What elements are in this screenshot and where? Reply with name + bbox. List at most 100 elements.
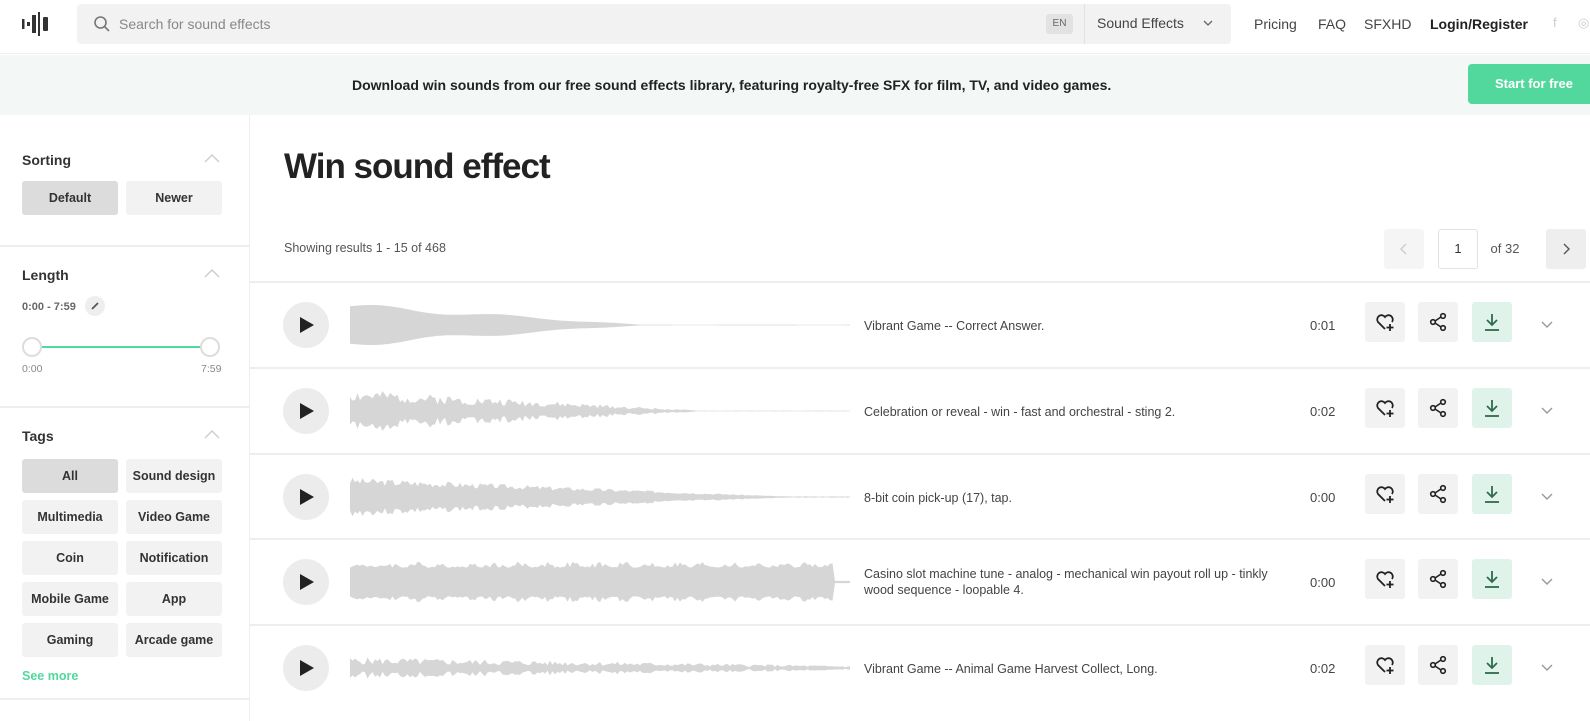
- nav-login-register[interactable]: Login/Register: [1430, 16, 1528, 32]
- tag-mobile-game[interactable]: Mobile Game: [22, 582, 118, 616]
- instagram-icon[interactable]: ◎: [1578, 15, 1589, 31]
- download-button[interactable]: [1472, 388, 1512, 428]
- length-slider-min-handle[interactable]: [22, 337, 42, 357]
- tag-all[interactable]: All: [22, 459, 118, 493]
- heart-plus-icon: [1376, 400, 1394, 417]
- download-button[interactable]: [1472, 474, 1512, 514]
- play-icon: [300, 317, 314, 333]
- sound-row: Vibrant Game -- Correct Answer. 0:01: [250, 281, 1590, 367]
- see-more-tags-link[interactable]: See more: [22, 669, 78, 683]
- sort-default-button[interactable]: Default: [22, 181, 118, 215]
- tag-arcade-game[interactable]: Arcade game: [126, 623, 222, 657]
- sound-row: Vibrant Game -- Animal Game Harvest Coll…: [250, 624, 1590, 710]
- nav-faq[interactable]: FAQ: [1318, 16, 1346, 32]
- heart-plus-icon: [1376, 657, 1394, 674]
- favorite-button[interactable]: [1365, 645, 1405, 685]
- length-title: Length: [22, 267, 69, 283]
- download-button[interactable]: [1472, 559, 1512, 599]
- length-slider-track[interactable]: [40, 346, 210, 348]
- start-for-free-button[interactable]: Start for free: [1468, 64, 1590, 104]
- play-button[interactable]: [283, 388, 329, 434]
- waveform[interactable]: [350, 386, 850, 436]
- tag-coin[interactable]: Coin: [22, 541, 118, 575]
- play-icon: [300, 489, 314, 505]
- play-button[interactable]: [283, 302, 329, 348]
- sound-title[interactable]: Casino slot machine tune - analog - mech…: [864, 566, 1284, 598]
- page-title: Win sound effect: [284, 147, 551, 186]
- results-count: Showing results 1 - 15 of 468: [284, 241, 446, 255]
- tag-gaming[interactable]: Gaming: [22, 623, 118, 657]
- nav-sfxhd[interactable]: SFXHD: [1364, 16, 1411, 32]
- search-icon: [94, 16, 110, 32]
- share-button[interactable]: [1418, 559, 1458, 599]
- length-range-label: 0:00 - 7:59: [22, 301, 76, 313]
- category-select[interactable]: Sound Effects: [1097, 15, 1184, 31]
- waveform-shape: [350, 477, 850, 517]
- tag-notification[interactable]: Notification: [126, 541, 222, 575]
- play-button[interactable]: [283, 645, 329, 691]
- share-button[interactable]: [1418, 302, 1458, 342]
- search-input[interactable]: Search for sound effects: [119, 16, 271, 32]
- favorite-button[interactable]: [1365, 302, 1405, 342]
- length-slider-max-handle[interactable]: [200, 337, 220, 357]
- sound-title[interactable]: Celebration or reveal - win - fast and o…: [864, 404, 1284, 420]
- play-icon: [300, 660, 314, 676]
- favorite-button[interactable]: [1365, 474, 1405, 514]
- search-bar[interactable]: Search for sound effects EN Sound Effect…: [77, 4, 1231, 44]
- waveform-logo-icon[interactable]: [22, 12, 52, 36]
- sound-title[interactable]: 8-bit coin pick-up (17), tap.: [864, 490, 1284, 506]
- waveform[interactable]: [350, 643, 850, 693]
- waveform-shape: [350, 561, 850, 603]
- favorite-button[interactable]: [1365, 559, 1405, 599]
- download-icon: [1485, 657, 1499, 674]
- download-button[interactable]: [1472, 645, 1512, 685]
- length-section: Length: [0, 247, 249, 410]
- sound-duration: 0:00: [1310, 490, 1336, 505]
- waveform[interactable]: [350, 300, 850, 350]
- length-min-label: 0:00: [22, 363, 43, 375]
- expand-chevron-icon[interactable]: [1540, 405, 1554, 415]
- chevron-up-icon[interactable]: [204, 268, 220, 278]
- tags-title: Tags: [22, 428, 54, 444]
- banner-message: Download win sounds from our free sound …: [352, 77, 1112, 93]
- chevron-down-icon[interactable]: [1203, 18, 1213, 28]
- facebook-icon[interactable]: f: [1553, 15, 1557, 30]
- tag-sound-design[interactable]: Sound design: [126, 459, 222, 493]
- chevron-up-icon[interactable]: [204, 153, 220, 163]
- sort-newer-button[interactable]: Newer: [126, 181, 222, 215]
- share-icon: [1429, 484, 1447, 504]
- expand-chevron-icon[interactable]: [1540, 576, 1554, 586]
- tag-video-game[interactable]: Video Game: [126, 500, 222, 534]
- edit-pencil-icon[interactable]: [85, 296, 105, 316]
- tag-multimedia[interactable]: Multimedia: [22, 500, 118, 534]
- share-icon: [1429, 398, 1447, 418]
- waveform[interactable]: [350, 557, 850, 607]
- waveform-shape: [350, 391, 850, 431]
- sound-title[interactable]: Vibrant Game -- Animal Game Harvest Coll…: [864, 661, 1284, 677]
- play-icon: [300, 403, 314, 419]
- sound-title[interactable]: Vibrant Game -- Correct Answer.: [864, 318, 1284, 334]
- tag-app[interactable]: App: [126, 582, 222, 616]
- download-icon: [1485, 314, 1499, 331]
- expand-chevron-icon[interactable]: [1540, 491, 1554, 501]
- play-button[interactable]: [283, 559, 329, 605]
- promo-banner: Download win sounds from our free sound …: [0, 55, 1590, 115]
- share-button[interactable]: [1418, 645, 1458, 685]
- share-button[interactable]: [1418, 474, 1458, 514]
- share-button[interactable]: [1418, 388, 1458, 428]
- share-icon: [1429, 655, 1447, 675]
- language-badge[interactable]: EN: [1046, 14, 1073, 34]
- sound-row: Celebration or reveal - win - fast and o…: [250, 367, 1590, 453]
- play-button[interactable]: [283, 474, 329, 520]
- chevron-up-icon[interactable]: [204, 429, 220, 439]
- expand-chevron-icon[interactable]: [1540, 662, 1554, 672]
- download-button[interactable]: [1472, 302, 1512, 342]
- next-page-button[interactable]: [1546, 229, 1586, 269]
- prev-page-button[interactable]: [1384, 229, 1424, 269]
- page-number-input[interactable]: 1: [1438, 229, 1478, 269]
- nav-pricing[interactable]: Pricing: [1254, 16, 1297, 32]
- favorite-button[interactable]: [1365, 388, 1405, 428]
- download-icon: [1485, 486, 1499, 503]
- waveform[interactable]: [350, 472, 850, 522]
- expand-chevron-icon[interactable]: [1540, 319, 1554, 329]
